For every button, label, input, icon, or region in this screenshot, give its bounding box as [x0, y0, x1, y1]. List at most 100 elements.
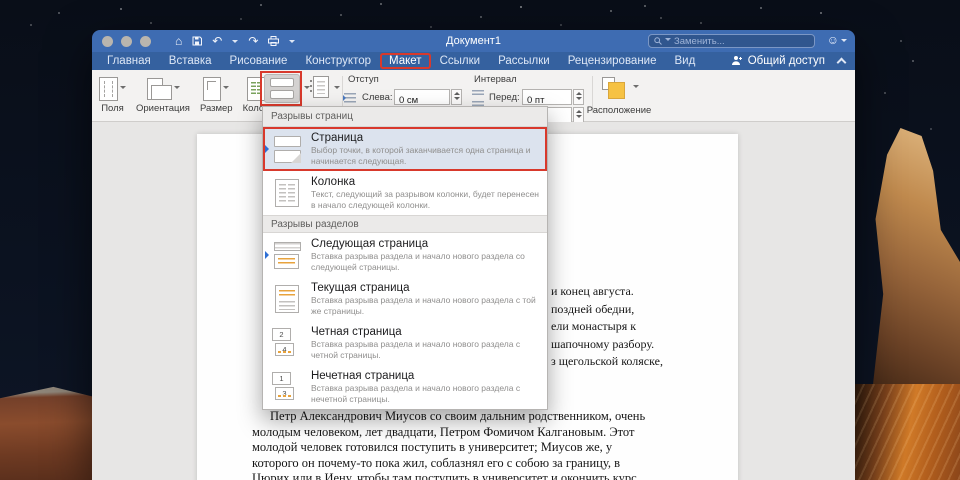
traffic-lights	[92, 36, 151, 47]
even-page-option-icon: 2 4	[272, 328, 302, 358]
tab-maket-active[interactable]: Макет	[380, 53, 431, 69]
collapse-ribbon-icon[interactable]	[837, 58, 847, 68]
orientation-icon	[146, 77, 172, 101]
tab-retsenzirovanie[interactable]: Рецензирование	[559, 54, 666, 68]
position-caret-icon[interactable]	[633, 85, 639, 91]
share-button[interactable]: Общий доступ	[731, 55, 855, 68]
menu-item-continuous[interactable]: Текущая страница Вставка разрыва раздела…	[263, 277, 547, 321]
doc-line: Цюрих или в Иену, чтобы там поступить в …	[252, 471, 645, 480]
doc-line: шапочному разбору.	[551, 336, 663, 354]
page-break-option-icon	[274, 136, 301, 163]
smiley-caret-icon	[841, 39, 847, 45]
home-icon[interactable]: ⌂	[175, 35, 182, 47]
menu-item-column-break[interactable]: Колонка Текст, следующий за разрывом кол…	[263, 171, 547, 215]
word-window: ⌂ ↶ ↷ Документ1 ☺ Главная Встав	[92, 30, 855, 480]
orientation-caret-icon	[174, 86, 180, 92]
menu-section-header-page-breaks: Разрывы страниц	[263, 107, 547, 127]
column-break-option-icon	[275, 179, 299, 207]
next-page-option-icon	[274, 242, 301, 269]
doc-line: з щегольской коляске,	[551, 353, 663, 371]
indent-group-title: Отступ	[348, 74, 379, 85]
person-plus-icon	[731, 55, 743, 68]
menu-item-desc: Вставка разрыва раздела и начало нового …	[311, 295, 541, 316]
line-numbers-caret-icon[interactable]	[334, 86, 340, 92]
search-box[interactable]	[648, 34, 815, 48]
menu-item-title: Текущая страница	[311, 282, 541, 294]
document-paragraph: Петр Александрович Миусов со своим дальн…	[252, 409, 645, 480]
tab-rassylki[interactable]: Рассылки	[489, 54, 559, 68]
margins-caret-icon	[120, 86, 126, 92]
orientation-button[interactable]: Ориентация	[131, 72, 195, 116]
menu-item-desc: Вставка разрыва раздела и начало нового …	[311, 251, 541, 272]
ribbon-tab-bar: Главная Вставка Рисование Конструктор Ма…	[92, 52, 855, 70]
doc-line: Петр Александрович Миусов со своим дальн…	[252, 409, 645, 425]
menu-item-desc: Выбор точки, в которой заканчивается одн…	[311, 145, 541, 166]
search-input[interactable]	[674, 36, 809, 47]
sand-dune-right	[853, 384, 960, 480]
undo-caret-icon[interactable]	[232, 40, 238, 46]
size-label: Размер	[200, 103, 233, 114]
print-icon[interactable]	[268, 36, 279, 46]
menu-item-even-page[interactable]: 2 4 Четная страница Вставка разрыва разд…	[263, 321, 547, 365]
doc-line: молодым человеком, лет двадцати, Петром …	[252, 425, 645, 441]
page-number-badge: 1	[272, 372, 291, 385]
tab-glavnaya[interactable]: Главная	[98, 54, 160, 68]
margins-icon	[99, 77, 118, 101]
smiley-icon: ☺	[827, 33, 839, 47]
tab-risovanie[interactable]: Рисование	[221, 54, 297, 68]
menu-item-next-page[interactable]: Следующая страница Вставка разрыва разде…	[263, 233, 547, 277]
menu-item-title: Страница	[311, 132, 541, 144]
tab-konstruktor[interactable]: Конструктор	[296, 54, 380, 68]
zoom-button[interactable]	[140, 36, 151, 47]
indent-left-field[interactable]	[394, 89, 450, 105]
undo-button[interactable]: ↶	[212, 35, 222, 47]
search-icon	[654, 32, 662, 50]
line-numbers-icon[interactable]	[313, 76, 329, 98]
toolbar-more-caret-icon[interactable]	[289, 40, 295, 46]
indent-left-stepper[interactable]	[451, 89, 462, 105]
size-icon	[203, 77, 221, 101]
page-number-badge: 3	[275, 387, 294, 400]
quick-access-toolbar: ⌂ ↶ ↷	[175, 35, 295, 47]
margins-label: Поля	[101, 103, 124, 114]
doc-line: молодой человек готовился поступить в ун…	[252, 440, 645, 456]
doc-line: ели монастыря к	[551, 318, 663, 336]
spacing-group-title: Интервал	[474, 74, 517, 85]
save-icon[interactable]	[192, 36, 202, 46]
annotation-box-breaks	[260, 71, 302, 106]
position-label: Расположение	[586, 105, 652, 116]
tab-vid[interactable]: Вид	[666, 54, 705, 68]
menu-item-odd-page[interactable]: 1 3 Нечетная страница Вставка разрыва ра…	[263, 365, 547, 409]
tab-vstavka[interactable]: Вставка	[160, 54, 221, 68]
menu-item-page-break[interactable]: Страница Выбор точки, в которой заканчив…	[263, 127, 547, 171]
doc-line: которого он почему-то пока жил, соблазня…	[252, 456, 645, 472]
size-button[interactable]: Размер	[195, 72, 238, 116]
document-text-fragments: и конец августа. поздней обедни, ели мон…	[551, 283, 663, 371]
feedback-control[interactable]: ☺	[827, 33, 847, 47]
rock-formation-left	[0, 385, 92, 480]
minimize-button[interactable]	[121, 36, 132, 47]
redo-button[interactable]: ↷	[248, 35, 258, 47]
breaks-dropdown-menu: Разрывы страниц Страница Выбор точки, в …	[262, 106, 548, 410]
menu-item-title: Колонка	[311, 176, 541, 188]
spacing-before-label: Перед:	[489, 92, 520, 103]
menu-item-title: Нечетная страница	[311, 370, 541, 382]
menu-item-desc: Вставка разрыва раздела и начало нового …	[311, 339, 541, 360]
page-number-badge: 2	[272, 328, 291, 341]
page-setup-group: Поля Ориентация Размер Колонки	[94, 72, 284, 116]
tab-ssylki[interactable]: Ссылки	[431, 54, 490, 68]
doc-line: поздней обедни,	[551, 301, 663, 319]
close-button[interactable]	[102, 36, 113, 47]
search-caret-icon[interactable]	[665, 38, 671, 44]
spacing-after-stepper[interactable]	[573, 107, 584, 123]
spacing-before-stepper[interactable]	[573, 89, 584, 105]
spacing-before-field[interactable]	[522, 89, 572, 105]
orientation-label: Ориентация	[136, 103, 190, 114]
menu-section-header-section-breaks: Разрывы разделов	[263, 215, 547, 233]
item-marker-icon	[265, 145, 273, 153]
menu-item-desc: Текст, следующий за разрывом колонки, бу…	[311, 189, 541, 210]
doc-line: и конец августа.	[551, 283, 663, 301]
odd-page-option-icon: 1 3	[272, 372, 302, 402]
margins-button[interactable]: Поля	[94, 72, 131, 116]
position-icon[interactable]	[602, 77, 628, 101]
